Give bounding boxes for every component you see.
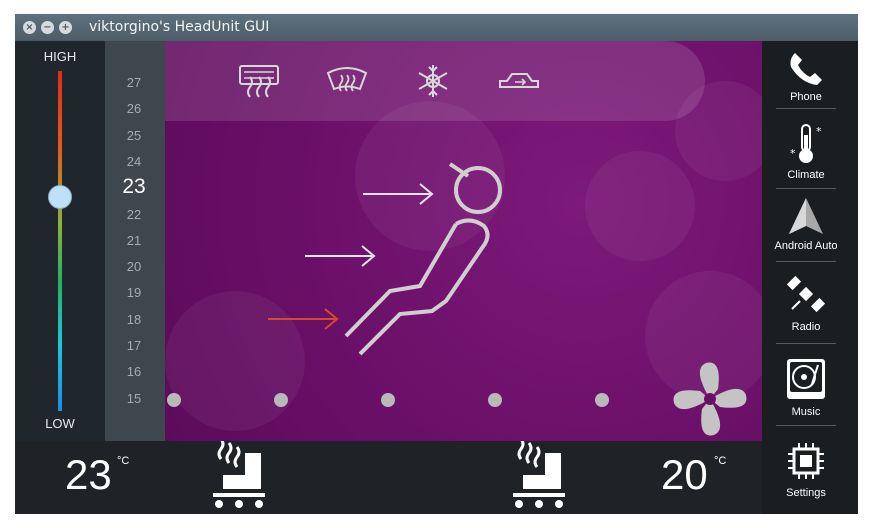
nav-divider <box>776 188 836 189</box>
nav-item-settings[interactable]: Settings <box>776 441 836 499</box>
fan-speed-dot[interactable] <box>274 393 288 407</box>
android-auto-icon <box>789 198 823 234</box>
window-title: viktorgino's HeadUnit GUI <box>89 19 270 35</box>
temperature-scale-tick: 15 <box>126 390 142 406</box>
head-airflow-arrow <box>363 183 434 205</box>
svg-text:*: * <box>790 147 796 160</box>
nav-item-phone[interactable]: Phone <box>776 51 836 103</box>
svg-text:*: * <box>816 125 822 138</box>
temperature-scale-tick: 27 <box>126 75 142 90</box>
fan-icon[interactable] <box>670 359 750 439</box>
phone-icon <box>790 53 822 85</box>
chip-icon <box>788 443 824 479</box>
fan-speed-slider-handle[interactable] <box>48 184 72 209</box>
nav-divider <box>776 261 836 262</box>
rear-defrost-icon[interactable] <box>237 63 281 99</box>
driver-temperature[interactable]: 23 <box>65 451 112 499</box>
nav-divider <box>776 108 836 109</box>
thermometer-icon: * * <box>790 124 822 163</box>
nav-item-label: Radio <box>791 321 821 333</box>
driver-seat-heater-icon[interactable] <box>211 438 271 511</box>
nav-item-label: Music <box>791 406 821 418</box>
background-bubble <box>585 151 695 261</box>
passenger-seat-heater-icon[interactable] <box>511 438 571 511</box>
temperature-scale-tick: 18 <box>126 311 142 327</box>
climate-toggle-bar <box>165 41 705 121</box>
nav-item-android-auto[interactable]: Android Auto <box>768 196 844 252</box>
air-recirculation-icon[interactable] <box>497 63 541 99</box>
fan-speed-dot[interactable] <box>595 393 609 407</box>
side-navigation: Phone * * Climate Android Auto Radio Mus… <box>762 41 858 514</box>
temperature-scale-tick: 25 <box>126 127 142 143</box>
fan-speed-dot[interactable] <box>167 393 181 407</box>
temperature-scale[interactable]: 27 26 25 24 23 22 21 20 19 18 17 16 15 <box>105 41 165 441</box>
driver-temperature-unit: °C <box>117 455 130 467</box>
fan-speed-slider-panel: HIGH LOW <box>15 41 105 441</box>
passenger-temperature[interactable]: 20 <box>661 451 708 499</box>
feet-airflow-arrow <box>268 308 339 330</box>
temperature-scale-tick: 21 <box>126 232 142 248</box>
nav-item-label: Climate <box>787 169 825 181</box>
nav-item-music[interactable]: Music <box>776 358 836 418</box>
maximize-window-button[interactable]: + <box>59 21 72 34</box>
nav-divider <box>776 425 836 426</box>
temperature-scale-tick: 24 <box>126 153 142 169</box>
temperature-scale-tick: 17 <box>126 338 142 353</box>
nav-item-label: Settings <box>786 487 826 499</box>
turntable-icon <box>787 359 825 399</box>
fan-speed-dot[interactable] <box>381 393 395 407</box>
body-airflow-arrow <box>305 245 376 267</box>
fan-speed-dot[interactable] <box>488 393 502 407</box>
passenger-temperature-unit: °C <box>714 455 727 467</box>
windshield-defrost-icon[interactable] <box>325 63 369 99</box>
ac-snowflake-icon[interactable] <box>411 63 455 99</box>
temperature-scale-current: 23 <box>122 175 146 199</box>
minimize-window-button[interactable]: − <box>41 21 54 34</box>
temperature-scale-tick: 22 <box>126 206 142 222</box>
seated-passenger-airflow-diagram <box>268 162 502 356</box>
satellite-icon <box>786 275 826 313</box>
app-window: × − + viktorgino's HeadUnit GUI HIGH LOW… <box>15 14 858 514</box>
climate-main-area <box>165 41 762 441</box>
temperature-scale-tick: 26 <box>126 101 142 117</box>
nav-item-label: Phone <box>790 91 822 103</box>
bottom-bar: 23 °C 20 °C <box>15 438 762 514</box>
slider-high-label: HIGH <box>43 49 77 64</box>
fan-speed-slider-track[interactable] <box>58 71 62 411</box>
slider-low-label: LOW <box>45 416 75 431</box>
title-bar: × − + viktorgino's HeadUnit GUI <box>15 14 858 41</box>
nav-item-radio[interactable]: Radio <box>776 273 836 333</box>
nav-item-climate[interactable]: * * Climate <box>776 123 836 181</box>
nav-item-label: Android Auto <box>774 240 838 252</box>
temperature-scale-tick: 16 <box>126 364 142 380</box>
temperature-scale-tick: 20 <box>126 259 142 275</box>
nav-divider <box>776 343 836 344</box>
temperature-scale-tick: 19 <box>126 285 142 301</box>
close-window-button[interactable]: × <box>23 21 36 34</box>
